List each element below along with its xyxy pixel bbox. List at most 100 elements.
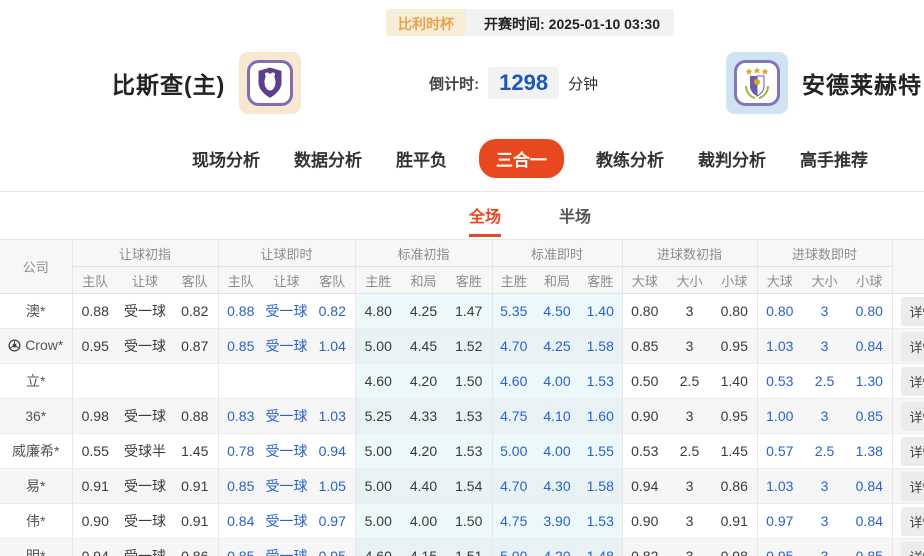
live-odds-cell: 4.60 <box>492 364 535 399</box>
initial-odds-cell: 受球半 <box>118 434 172 469</box>
nav-tab[interactable]: 三合一 <box>479 139 564 178</box>
initial-odds-cell: 0.90 <box>72 504 118 539</box>
initial-odds-cell: 4.60 <box>355 539 401 556</box>
odds-group-header: 进球数初指 <box>622 240 757 267</box>
home-team-badge <box>239 52 301 114</box>
live-odds-cell <box>263 364 310 399</box>
initial-odds-cell: 0.82 <box>172 294 218 329</box>
detail-button[interactable]: 详情 <box>901 507 924 536</box>
detail-cell: 详情 <box>892 539 924 556</box>
away-team: 安德莱赫特 <box>726 52 922 114</box>
period-tabs: 全场 半场 <box>0 192 924 237</box>
live-odds-cell: 3 <box>802 504 847 539</box>
home-team: 比斯查(主) <box>112 52 301 114</box>
live-odds-cell <box>310 364 355 399</box>
odds-subcolumn-header: 主胜 <box>355 267 401 294</box>
live-odds-cell: 4.20 <box>535 539 579 556</box>
initial-odds-cell: 4.80 <box>355 294 401 329</box>
odds-row: 明*0.94受一球0.860.85受一球0.954.604.151.515.00… <box>0 539 924 556</box>
company-name: 澳* <box>0 294 72 329</box>
initial-odds-cell: 0.91 <box>72 469 118 504</box>
initial-odds-cell: 0.88 <box>72 294 118 329</box>
live-odds-cell: 0.97 <box>757 504 802 539</box>
live-odds-cell: 1.05 <box>310 469 355 504</box>
live-odds-cell: 0.84 <box>847 504 892 539</box>
company-name: 立* <box>0 364 72 399</box>
odds-subcolumn-header: 主胜 <box>492 267 535 294</box>
initial-odds-cell: 受一球 <box>118 469 172 504</box>
odds-row: 立*4.604.201.504.604.001.530.502.51.400.5… <box>0 364 924 399</box>
initial-odds-cell: 受一球 <box>118 504 172 539</box>
period-tab[interactable]: 半场 <box>559 203 591 237</box>
odds-subcolumn-header: 大小 <box>667 267 712 294</box>
initial-odds-cell: 受一球 <box>118 329 172 364</box>
live-odds-cell: 受一球 <box>263 539 310 556</box>
initial-odds-cell: 0.80 <box>622 294 667 329</box>
live-odds-cell: 0.84 <box>847 469 892 504</box>
initial-odds-cell: 0.90 <box>622 399 667 434</box>
live-odds-cell: 1.60 <box>579 399 622 434</box>
initial-odds-cell: 1.45 <box>172 434 218 469</box>
live-odds-cell: 1.58 <box>579 469 622 504</box>
odds-subcolumn-header: 和局 <box>535 267 579 294</box>
live-odds-cell: 4.00 <box>535 364 579 399</box>
detail-column-header <box>892 240 924 294</box>
countdown-unit: 分钟 <box>568 73 598 94</box>
initial-odds-cell: 0.90 <box>622 504 667 539</box>
live-odds-cell: 0.57 <box>757 434 802 469</box>
odds-subcolumn-header: 小球 <box>712 267 757 294</box>
initial-odds-cell: 0.82 <box>622 539 667 556</box>
odds-table: 公司让球初指让球即时标准初指标准即时进球数初指进球数即时主队让球客队主队让球客队… <box>0 239 924 556</box>
nav-tab[interactable]: 高手推荐 <box>798 140 870 177</box>
live-odds-cell: 0.85 <box>218 329 263 364</box>
detail-button[interactable]: 详情 <box>901 437 924 466</box>
detail-button[interactable]: 详情 <box>901 402 924 431</box>
detail-cell: 详情 <box>892 399 924 434</box>
live-odds-cell: 1.53 <box>579 504 622 539</box>
initial-odds-cell: 0.91 <box>712 504 757 539</box>
football-icon <box>8 339 21 352</box>
detail-button[interactable]: 详情 <box>901 367 924 396</box>
initial-odds-cell: 1.50 <box>446 364 492 399</box>
initial-odds-cell: 0.53 <box>622 434 667 469</box>
initial-odds-cell: 受一球 <box>118 294 172 329</box>
initial-odds-cell: 0.50 <box>622 364 667 399</box>
live-odds-cell: 0.94 <box>310 434 355 469</box>
odds-subcolumn-header: 让球 <box>263 267 310 294</box>
period-tab[interactable]: 全场 <box>469 203 501 237</box>
initial-odds-cell: 0.88 <box>172 399 218 434</box>
initial-odds-cell: 受一球 <box>118 399 172 434</box>
live-odds-cell: 1.03 <box>757 469 802 504</box>
nav-tab[interactable]: 教练分析 <box>594 140 666 177</box>
odds-group-header: 让球即时 <box>218 240 355 267</box>
initial-odds-cell: 0.86 <box>172 539 218 556</box>
nav-tab[interactable]: 裁判分析 <box>696 140 768 177</box>
detail-button[interactable]: 详情 <box>901 332 924 361</box>
odds-subcolumn-header: 客队 <box>172 267 218 294</box>
detail-button[interactable]: 详情 <box>901 542 924 556</box>
live-odds-cell: 3 <box>802 539 847 556</box>
live-odds-cell: 1.53 <box>579 364 622 399</box>
initial-odds-cell: 3 <box>667 294 712 329</box>
nav-tab[interactable]: 现场分析 <box>190 140 262 177</box>
odds-subcolumn-header: 和局 <box>401 267 446 294</box>
initial-odds-cell: 1.54 <box>446 469 492 504</box>
initial-odds-cell: 3 <box>667 504 712 539</box>
nav-tab[interactable]: 数据分析 <box>292 140 364 177</box>
analysis-nav: 现场分析数据分析胜平负三合一教练分析裁判分析高手推荐 <box>0 124 924 192</box>
initial-odds-cell: 4.60 <box>355 364 401 399</box>
detail-cell: 详情 <box>892 504 924 539</box>
initial-odds-cell: 1.51 <box>446 539 492 556</box>
detail-button[interactable]: 详情 <box>901 472 924 501</box>
initial-odds-cell: 5.00 <box>355 469 401 504</box>
live-odds-cell: 1.03 <box>310 399 355 434</box>
live-odds-cell: 3.90 <box>535 504 579 539</box>
detail-button[interactable]: 详情 <box>901 297 924 326</box>
initial-odds-cell: 4.20 <box>401 364 446 399</box>
initial-odds-cell: 0.95 <box>72 329 118 364</box>
live-odds-cell: 1.48 <box>579 539 622 556</box>
live-odds-cell: 0.97 <box>310 504 355 539</box>
initial-odds-cell: 1.53 <box>446 399 492 434</box>
initial-odds-cell: 0.95 <box>712 399 757 434</box>
nav-tab[interactable]: 胜平负 <box>394 140 449 177</box>
